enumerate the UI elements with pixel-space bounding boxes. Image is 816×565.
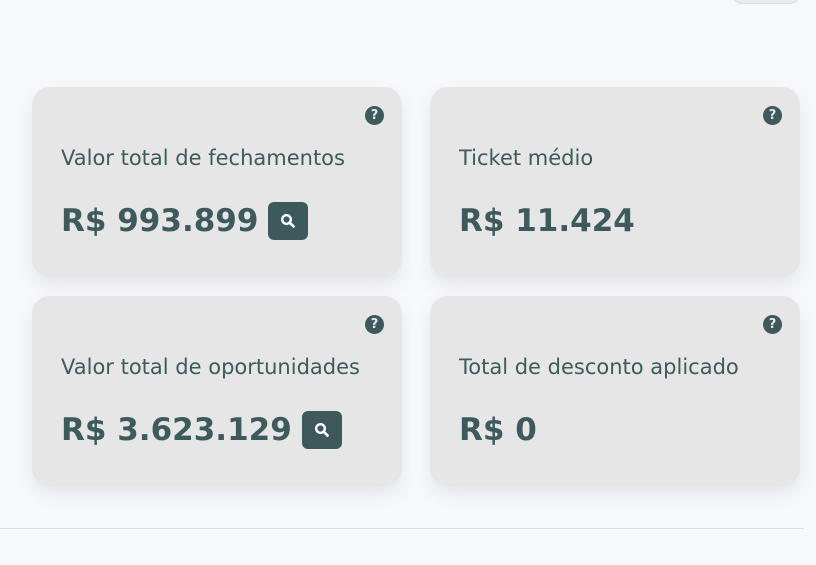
card-value: R$ 3.623.129 bbox=[61, 412, 292, 448]
card-title: Ticket médio bbox=[459, 146, 594, 170]
search-button[interactable] bbox=[268, 202, 309, 240]
help-icon[interactable]: ? bbox=[365, 106, 384, 125]
card-value-row: R$ 3.623.129 bbox=[61, 410, 342, 450]
card-value-row: R$ 0 bbox=[459, 410, 537, 450]
card-valor-total-fechamentos: ? Valor total de fechamentos R$ 993.899 bbox=[32, 87, 402, 277]
card-total-desconto-aplicado: ? Total de desconto aplicado R$ 0 bbox=[430, 296, 800, 486]
search-button[interactable] bbox=[301, 411, 342, 449]
help-icon[interactable]: ? bbox=[763, 106, 782, 125]
card-title: Total de desconto aplicado bbox=[459, 355, 739, 379]
card-value-row: R$ 993.899 bbox=[61, 201, 309, 241]
help-icon[interactable]: ? bbox=[763, 315, 782, 334]
card-value: R$ 0 bbox=[459, 412, 537, 448]
card-title: Valor total de oportunidades bbox=[61, 355, 360, 379]
search-icon bbox=[281, 213, 296, 228]
card-title: Valor total de fechamentos bbox=[61, 146, 345, 170]
top-control[interactable] bbox=[733, 0, 799, 4]
card-value: R$ 993.899 bbox=[61, 203, 259, 239]
section-divider bbox=[0, 528, 804, 529]
card-valor-total-oportunidades: ? Valor total de oportunidades R$ 3.623.… bbox=[32, 296, 402, 486]
search-icon bbox=[314, 422, 329, 437]
help-icon[interactable]: ? bbox=[365, 315, 384, 334]
card-ticket-medio: ? Ticket médio R$ 11.424 bbox=[430, 87, 800, 277]
card-value-row: R$ 11.424 bbox=[459, 201, 635, 241]
dashboard-page: ? Valor total de fechamentos R$ 993.899 … bbox=[0, 0, 816, 565]
card-value: R$ 11.424 bbox=[459, 203, 635, 239]
